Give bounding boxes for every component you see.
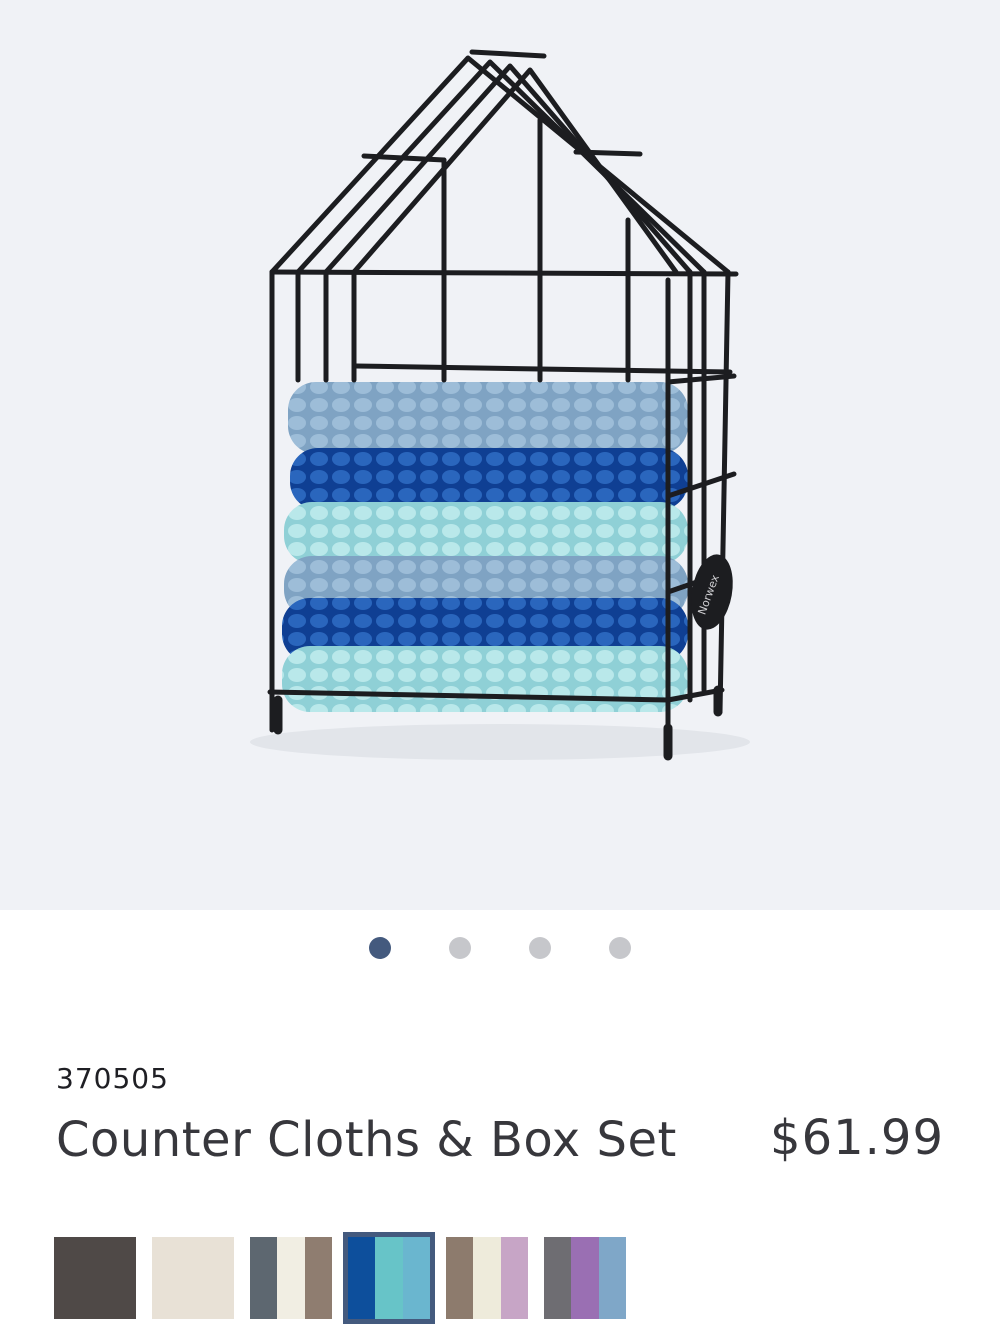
swatch-color-band <box>375 1237 403 1319</box>
color-swatch-3[interactable] <box>250 1237 332 1319</box>
swatch-color-band <box>544 1237 572 1319</box>
swatch-color-band <box>571 1237 599 1319</box>
floor-shadow <box>250 724 750 760</box>
carousel-dot-2[interactable] <box>449 937 471 959</box>
product-price: $61.99 <box>770 1110 944 1166</box>
cloth-light-blue-1 <box>288 382 688 454</box>
product-image[interactable]: Norwex <box>0 0 1000 910</box>
swatch-color-band <box>446 1237 474 1319</box>
carousel-dot-4[interactable] <box>609 937 631 959</box>
swatch-color-band <box>304 1237 332 1319</box>
swatch-color-band <box>54 1237 136 1319</box>
color-swatch-2[interactable] <box>152 1237 234 1319</box>
product-sku: 370505 <box>56 1062 169 1095</box>
cloth-aqua-2 <box>282 646 688 712</box>
swatch-color-band <box>152 1237 234 1319</box>
swatch-color-band <box>402 1237 430 1319</box>
carousel-dot-1[interactable] <box>369 937 391 959</box>
swatch-color-band <box>277 1237 305 1319</box>
swatch-color-band <box>250 1237 278 1319</box>
cloth-aqua-1 <box>284 502 688 564</box>
swatch-color-band <box>598 1237 626 1319</box>
color-swatch-list <box>54 1232 626 1324</box>
color-swatch-1[interactable] <box>54 1237 136 1319</box>
cloth-stack <box>282 382 688 712</box>
color-swatch-4[interactable] <box>343 1232 435 1324</box>
carousel-pagination <box>0 937 1000 961</box>
brand-badge: Norwex <box>691 554 733 630</box>
product-illustration: Norwex <box>250 49 750 761</box>
swatch-color-band <box>473 1237 501 1319</box>
cloth-royal-blue-1 <box>290 448 688 510</box>
color-swatch-6[interactable] <box>544 1237 626 1319</box>
carousel-dot-3[interactable] <box>529 937 551 959</box>
swatch-color-band <box>348 1237 376 1319</box>
swatch-color-band <box>500 1237 528 1319</box>
color-swatch-5[interactable] <box>446 1237 528 1319</box>
product-title: Counter Cloths & Box Set <box>56 1112 677 1168</box>
